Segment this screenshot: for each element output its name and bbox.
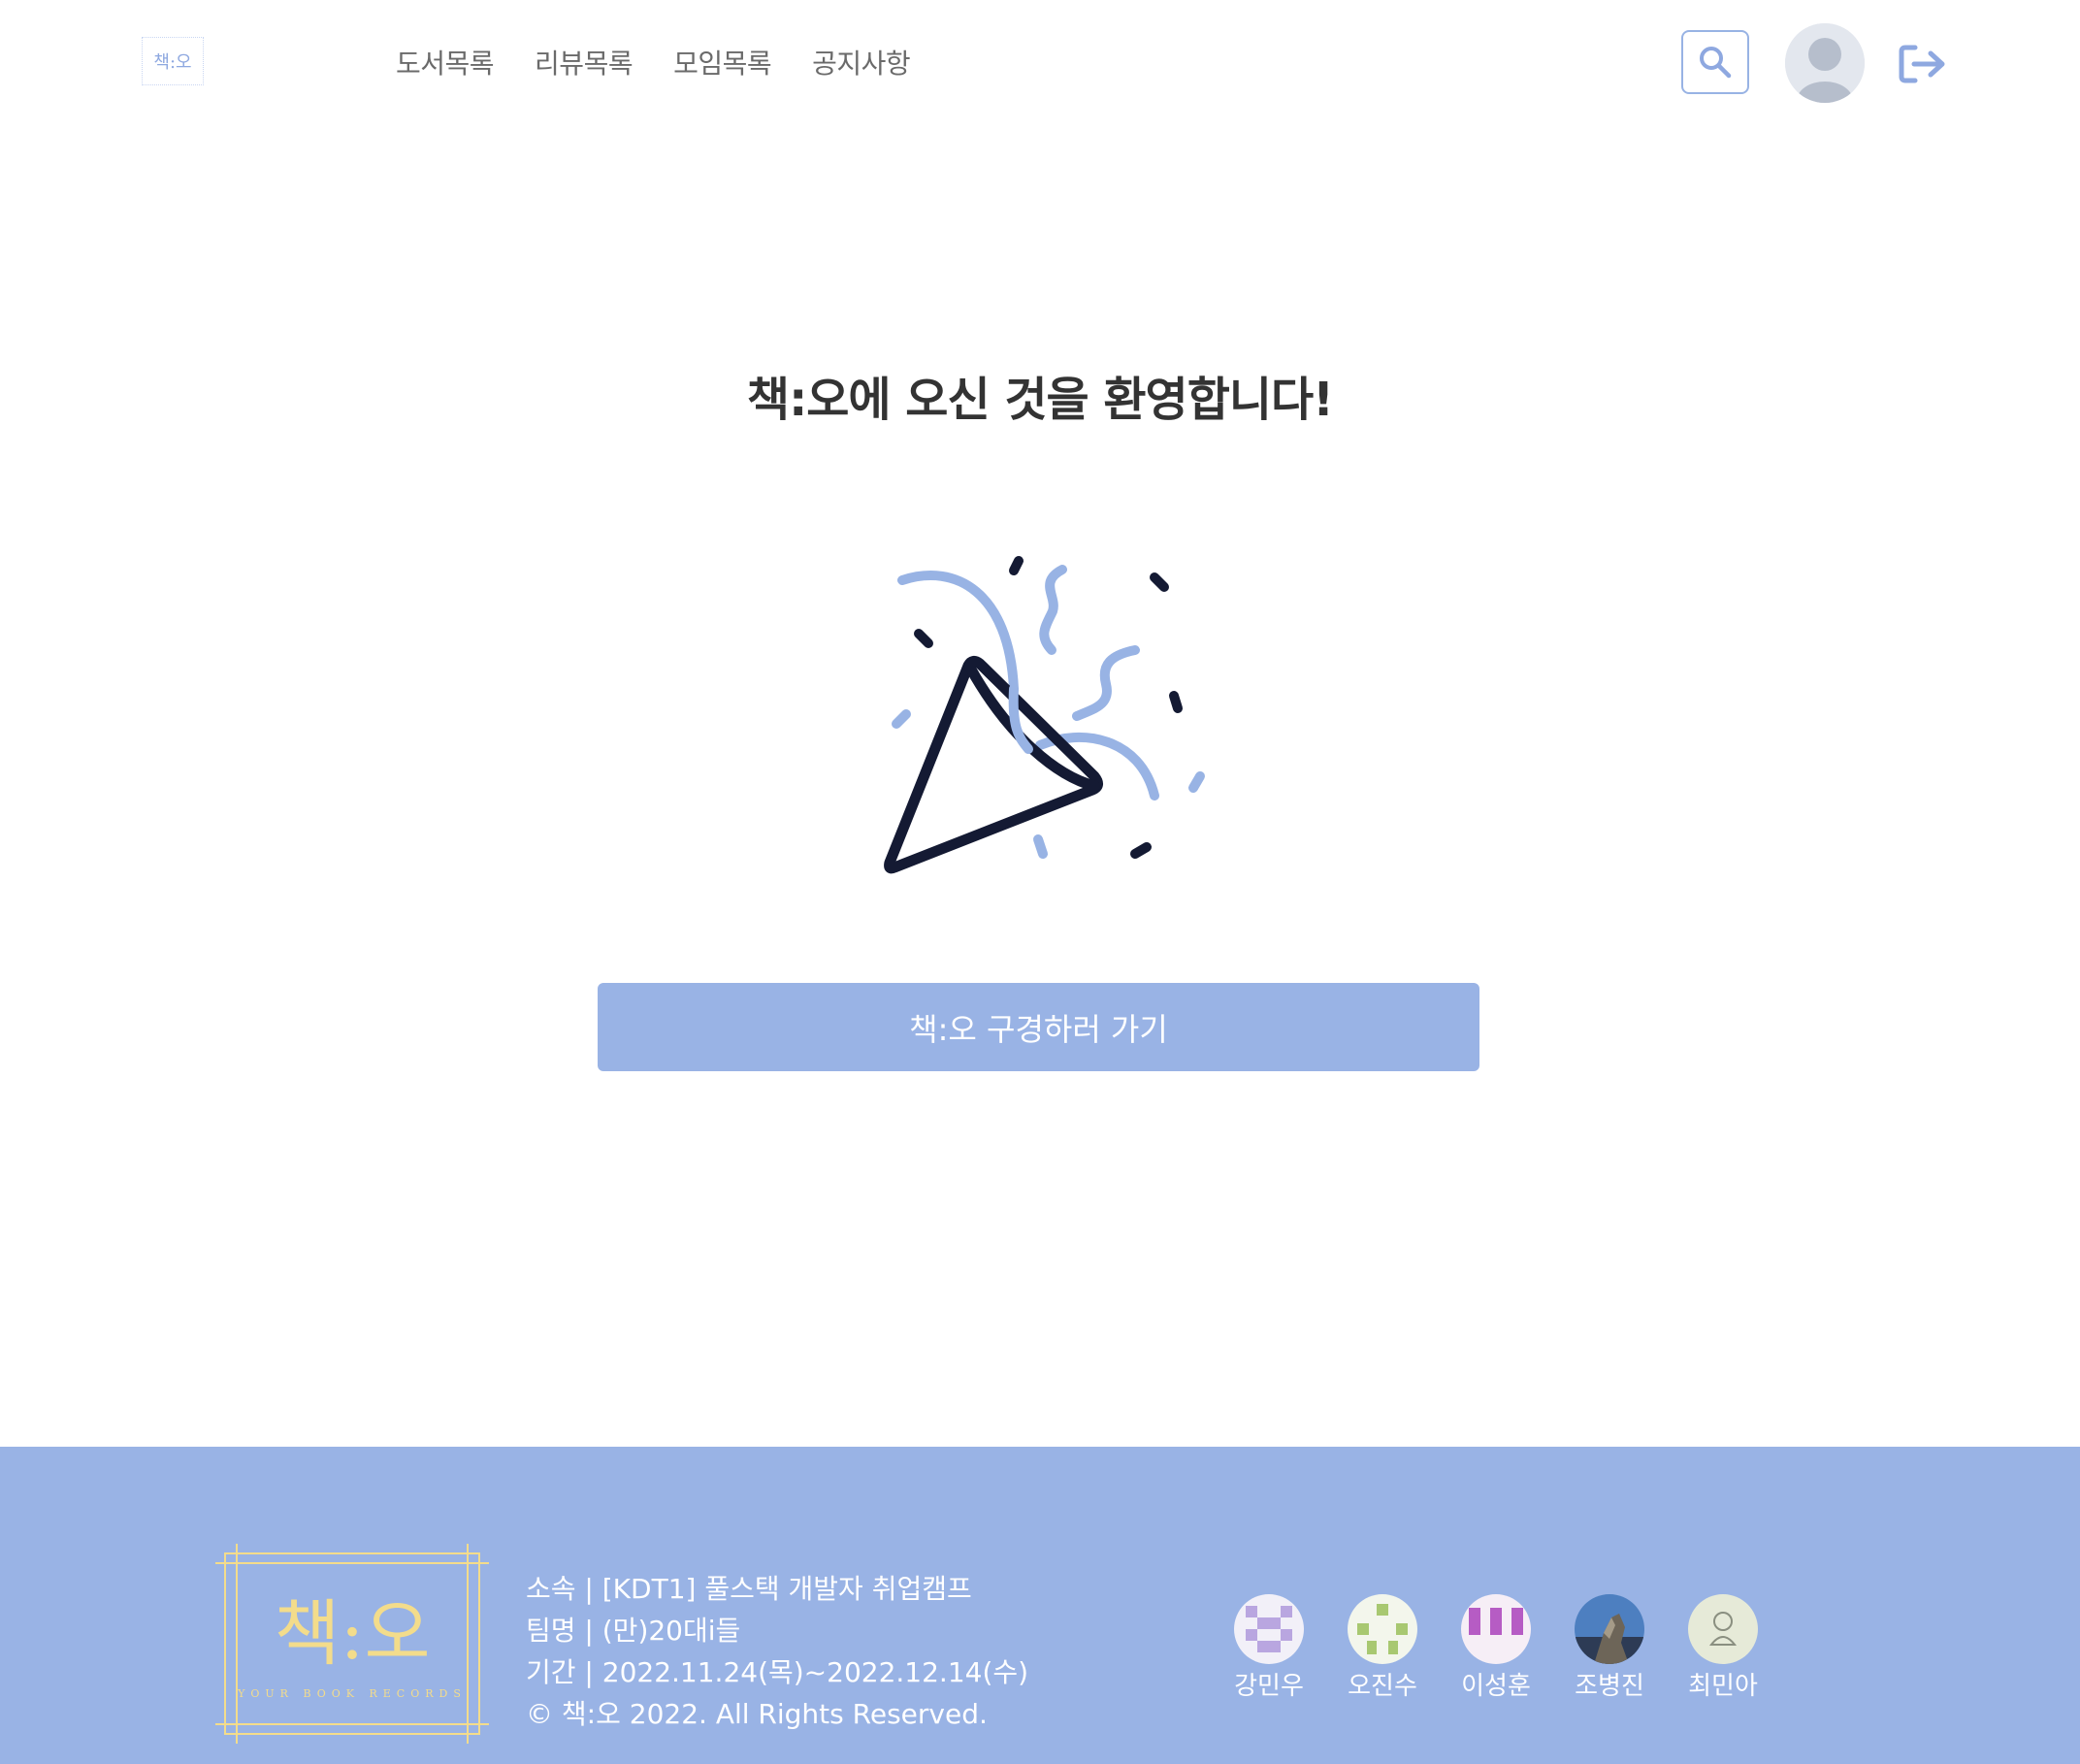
member-avatar [1461,1594,1531,1664]
footer-logo: 책:오 YOUR BOOK RECORDS [215,1544,489,1744]
nav-item-books[interactable]: 도서목록 [396,43,495,82]
footer-period: 기간 | 2022.11.24(목)~2022.12.14(수) [526,1656,1029,1688]
party-popper-icon [884,556,1205,874]
search-icon [1700,47,1732,79]
member-name: 최민아 [1688,1672,1758,1701]
footer-team-name: 팀명 | (만)20대i들 [526,1615,741,1647]
site-header: 책:오 도서목록 리뷰목록 모임목록 공지사항 [0,0,2080,131]
nav-item-reviews[interactable]: 리뷰목록 [535,43,634,82]
logo-text: 책:오 [153,52,192,73]
team-members: 강민우 오진수 이성훈 조병진 최민아 [1234,1594,1758,1702]
member-chobyeongjin[interactable]: 조병진 [1575,1594,1644,1702]
member-name: 오진수 [1348,1672,1417,1701]
footer-affiliation: 소속 | [KDT1] 풀스택 개발자 취업캠프 [526,1573,972,1605]
footer-logo-text: 책:오 [274,1592,430,1676]
search-button[interactable] [1681,30,1749,94]
member-avatar [1234,1594,1304,1664]
page-title: 책:오에 오신 것을 환영합니다! [746,373,1334,427]
user-avatar-icon [1785,23,1865,103]
nav-item-notices[interactable]: 공지사항 [812,43,911,82]
logout-button[interactable] [1898,43,1948,85]
avatar[interactable] [1785,23,1865,103]
site-logo[interactable]: 책:오 [142,37,204,85]
site-footer: 책:오 YOUR BOOK RECORDS 소속 | [KDT1] 풀스택 개발… [0,1447,2080,1764]
main-nav: 도서목록 리뷰목록 모임목록 공지사항 [396,43,911,82]
member-leeseonghun[interactable]: 이성훈 [1461,1594,1531,1702]
member-avatar [1575,1594,1644,1664]
footer-info: 소속 | [KDT1] 풀스택 개발자 취업캠프 팀명 | (만)20대i들 기… [526,1568,1028,1735]
member-name: 조병진 [1575,1672,1644,1701]
nav-item-meetings[interactable]: 모임목록 [673,43,772,82]
footer-logo-tagline: YOUR BOOK RECORDS [237,1687,467,1700]
member-choimina[interactable]: 최민아 [1688,1594,1758,1702]
member-avatar [1688,1594,1758,1664]
member-avatar [1348,1594,1417,1664]
member-kangminwoo[interactable]: 강민우 [1234,1594,1304,1702]
footer-copyright: © 책:오 2022. All Rights Reserved. [526,1698,988,1730]
explore-button[interactable]: 책:오 구경하러 가기 [598,983,1479,1071]
member-name: 이성훈 [1461,1672,1531,1701]
logout-icon [1899,45,1945,83]
member-name: 강민우 [1234,1672,1304,1701]
party-popper-illustration [863,543,1222,883]
member-ohjinsu[interactable]: 오진수 [1348,1594,1417,1702]
